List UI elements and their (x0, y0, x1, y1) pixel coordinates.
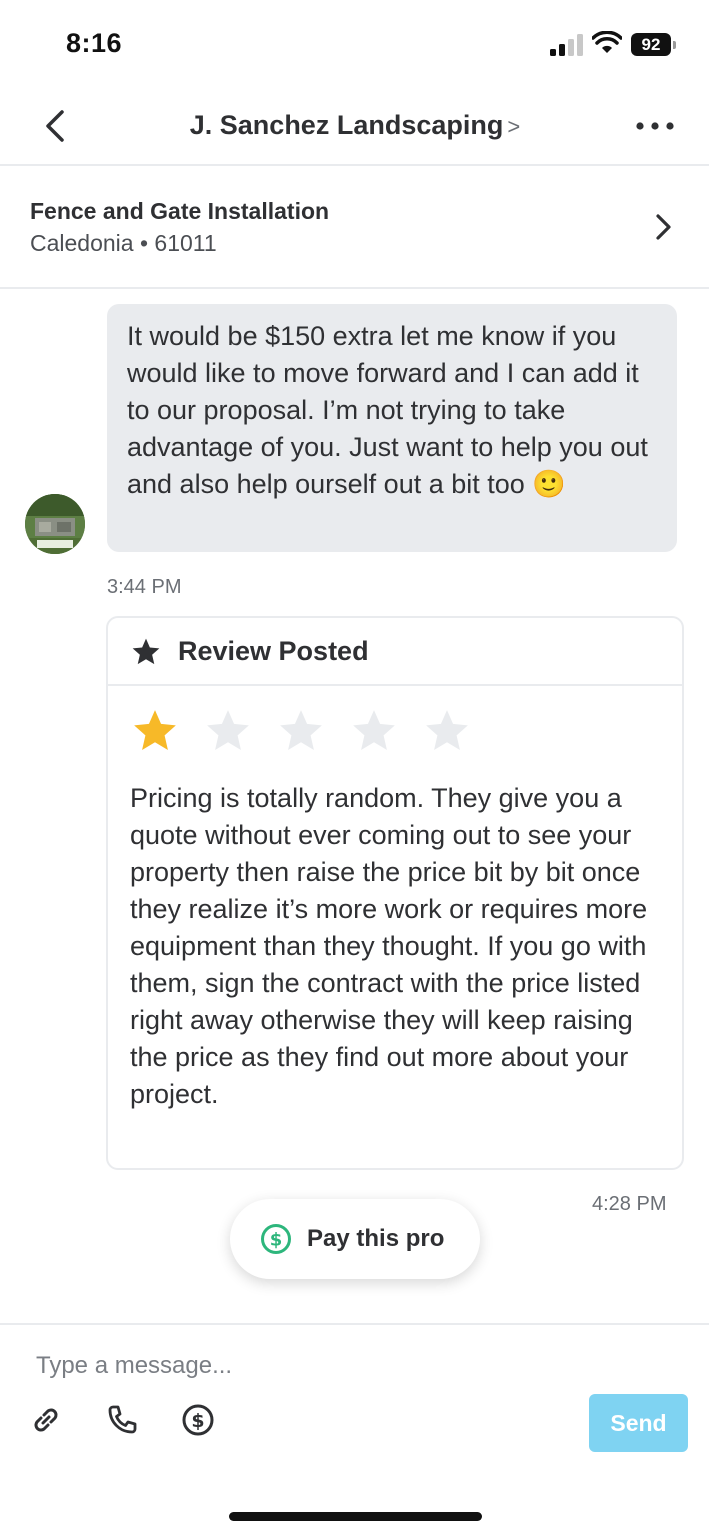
project-location: Caledonia • 61011 (30, 230, 217, 256)
cellular-signal-icon (550, 34, 583, 56)
star-3-empty-icon (280, 710, 322, 750)
more-options-icon[interactable] (630, 112, 680, 140)
back-arrow-icon[interactable] (38, 104, 78, 148)
chevron-right-icon[interactable] (650, 210, 676, 244)
pay-button-label: Pay this pro (307, 1225, 445, 1252)
star-5-empty-icon (426, 710, 468, 750)
project-title: Fence and Gate Installation (30, 198, 330, 224)
message-bubble: It would be $150 extra let me know if yo… (107, 304, 677, 552)
review-timestamp: 4:28 PM (592, 1193, 667, 1215)
composer-divider (0, 1323, 709, 1325)
paperclip-icon[interactable] (28, 1402, 64, 1438)
star-4-empty-icon (353, 710, 395, 750)
status-time: 8:16 (66, 28, 123, 58)
home-indicator (229, 1512, 482, 1521)
battery-level: 92 (631, 33, 671, 56)
dollar-circle-icon[interactable]: $ (180, 1402, 216, 1438)
project-details-row[interactable] (0, 168, 709, 288)
battery-icon: 92 (631, 33, 677, 57)
review-heading: Review Posted (178, 636, 369, 666)
pro-name: J. Sanchez Landscaping (189, 110, 504, 140)
send-button[interactable]: Send (589, 1394, 688, 1452)
chevron-right-icon: > (507, 114, 521, 139)
review-card: Review Posted Pricing is totally random.… (106, 616, 684, 1170)
star-icon (132, 638, 160, 665)
review-header: Review Posted (108, 618, 682, 686)
pay-this-pro-button[interactable]: $ Pay this pro (230, 1199, 480, 1279)
star-2-empty-icon (207, 710, 249, 750)
dollar-circle-icon: $ (261, 1224, 291, 1254)
svg-text:$: $ (191, 1410, 204, 1432)
header-divider (0, 164, 709, 166)
wifi-icon (592, 31, 622, 53)
avatar-image (25, 494, 85, 554)
phone-icon[interactable] (104, 1402, 140, 1438)
svg-text:$: $ (270, 1230, 283, 1251)
star-1-filled-icon (134, 710, 176, 750)
pro-name-title[interactable]: J. Sanchez Landscaping > (120, 110, 590, 141)
message-text: It would be $150 extra let me know if yo… (127, 321, 648, 499)
project-divider (0, 287, 709, 289)
message-timestamp: 3:44 PM (107, 576, 182, 598)
message-input[interactable] (36, 1346, 576, 1386)
pro-avatar[interactable] (25, 494, 85, 554)
review-text: Pricing is totally random. They give you… (130, 783, 648, 1109)
